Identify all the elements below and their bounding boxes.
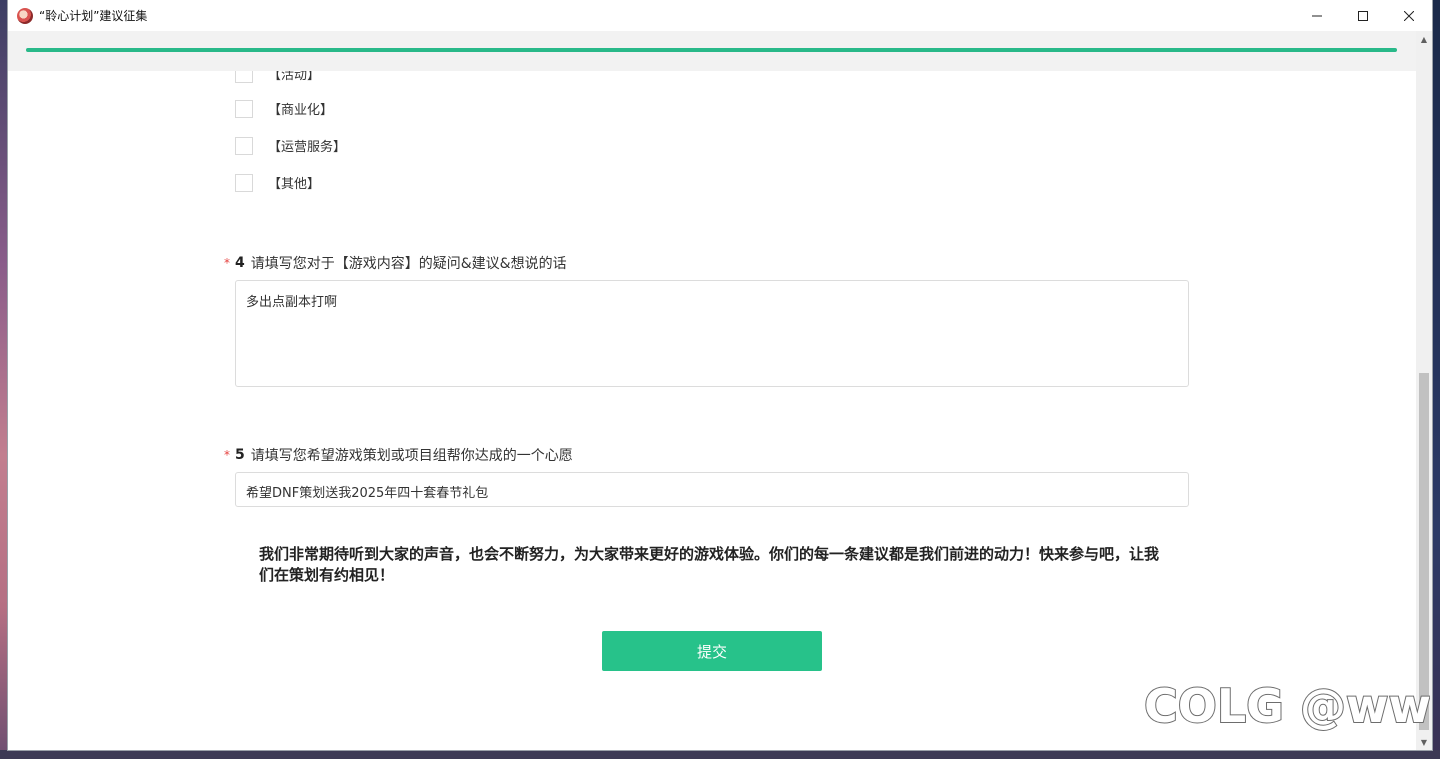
question-number: 5 — [235, 447, 245, 463]
progress-header — [8, 31, 1416, 71]
maximize-button[interactable] — [1340, 0, 1386, 31]
required-mark: * — [224, 256, 230, 270]
option-operations[interactable]: 【运营服务】 — [235, 136, 346, 155]
minimize-button[interactable] — [1294, 0, 1340, 31]
app-window: “聆心计划”建议征集 【活动】 【商业化】 【运营服务】 【其他】 * 4 请填… — [8, 0, 1432, 750]
survey-form: 【活动】 【商业化】 【运营服务】 【其他】 * 4 请填写您对于【游戏内容】的… — [8, 71, 1416, 750]
option-label: 【运营服务】 — [268, 140, 347, 155]
question-4-textarea[interactable]: 多出点副本打啊 — [235, 280, 1189, 387]
window-title: “聆心计划”建议征集 — [39, 9, 148, 23]
progress-bar — [26, 48, 1397, 52]
close-button[interactable] — [1386, 0, 1432, 31]
option-checkbox[interactable] — [235, 71, 253, 83]
scroll-up-icon[interactable]: ▲ — [1416, 31, 1432, 47]
question-number: 4 — [235, 255, 245, 271]
minimize-icon — [1312, 15, 1322, 16]
closing-message: 我们非常期待听到大家的声音，也会不断努力，为大家带来更好的游戏体验。你们的每一条… — [259, 545, 1160, 584]
option-checkbox[interactable] — [235, 136, 253, 155]
option-label: 【商业化】 — [268, 103, 334, 118]
option-label: 【活动】 — [268, 71, 321, 83]
question-text: 请填写您对于【游戏内容】的疑问&建议&想说的话 — [250, 256, 567, 272]
submit-button[interactable]: 提交 — [602, 631, 822, 671]
window-controls — [1294, 0, 1432, 31]
vertical-scrollbar[interactable]: ▲ ▼ — [1416, 31, 1432, 750]
app-icon — [17, 7, 33, 24]
title-bar: “聆心计划”建议征集 — [8, 0, 1432, 31]
option-commercial[interactable]: 【商业化】 — [235, 99, 333, 118]
question-4-title: * 4 请填写您对于【游戏内容】的疑问&建议&想说的话 — [224, 253, 567, 273]
question-text: 请填写您希望游戏策划或项目组帮你达成的一个心愿 — [250, 448, 573, 464]
option-label: 【其他】 — [268, 177, 321, 192]
close-icon — [1404, 10, 1414, 21]
option-checkbox[interactable] — [235, 173, 253, 192]
taskbar-strip — [0, 750, 1440, 759]
colg-watermark: COLG @ww — [1143, 678, 1430, 734]
required-mark: * — [224, 448, 230, 462]
question-5-input[interactable]: 希望DNF策划送我2025年四十套春节礼包 — [235, 472, 1189, 507]
maximize-icon — [1358, 10, 1368, 21]
option-activity[interactable]: 【活动】 — [235, 71, 320, 83]
option-checkbox[interactable] — [235, 99, 253, 118]
watermark-text: COLG @ww — [1144, 679, 1430, 733]
progress-bar-fill — [26, 48, 1397, 52]
option-other[interactable]: 【其他】 — [235, 173, 320, 192]
question-5-title: * 5 请填写您希望游戏策划或项目组帮你达成的一个心愿 — [224, 445, 573, 465]
